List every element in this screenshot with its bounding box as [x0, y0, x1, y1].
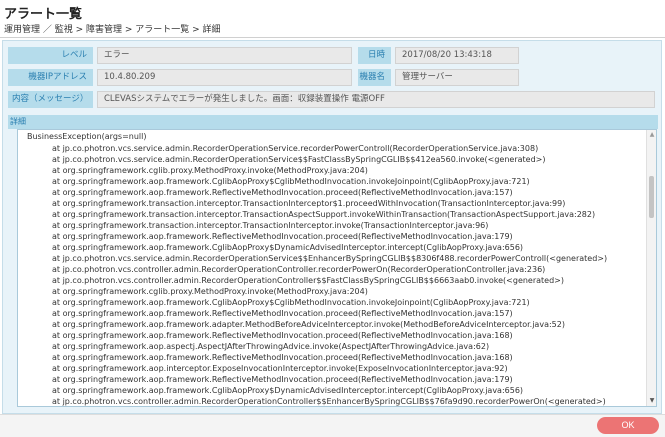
message-field: CLEVASシステムでエラーが発生しました。画面：収録装置操作 電源OFF: [97, 91, 655, 108]
message-label: 内容（メッセージ）: [8, 91, 93, 108]
trace-line: at org.springframework.aop.framework.Ref…: [52, 353, 513, 362]
datetime-field: 2017/08/20 13:43:18: [395, 47, 519, 64]
trace-line: at jp.co.photron.vcs.controller.admin.Re…: [52, 276, 565, 285]
page-title: アラート一覧: [4, 7, 83, 22]
scroll-down-arrow-icon[interactable]: ▼: [647, 396, 656, 406]
trace-line: at org.springframework.aop.interceptor.E…: [52, 364, 508, 373]
trace-line: at org.springframework.aop.framework.Cgl…: [52, 386, 524, 395]
trace-line: at org.springframework.cglib.proxy.Metho…: [52, 166, 368, 175]
trace-line: at org.springframework.aop.framework.Ref…: [52, 188, 513, 197]
trace-line: at org.springframework.aop.framework.Cgl…: [52, 298, 530, 307]
page-header: アラート一覧 運用管理 ／ 監視 > 障害管理 > アラート一覧 > 詳細: [0, 0, 665, 38]
breadcrumb: 運用管理 ／ 監視 > 障害管理 > アラート一覧 > 詳細: [4, 25, 221, 35]
trace-line: at org.springframework.aop.framework.Cgl…: [52, 177, 530, 186]
trace-line: at org.springframework.transaction.inter…: [52, 221, 489, 230]
device-name-label: 機器名: [358, 69, 391, 86]
trace-line: at jp.co.photron.vcs.controller.admin.Re…: [52, 397, 606, 406]
trace-line: at org.springframework.aop.framework.Ref…: [52, 375, 513, 384]
trace-line: at org.springframework.aop.framework.ada…: [52, 320, 565, 329]
dialog-footer: OK: [0, 414, 665, 437]
trace-line: at jp.co.photron.vcs.service.admin.Recor…: [52, 144, 539, 153]
ip-address-field: 10.4.80.209: [97, 69, 352, 86]
device-name-field: 管理サーバー: [395, 69, 519, 86]
datetime-label: 日時: [358, 47, 391, 64]
trace-line: at org.springframework.aop.framework.Cgl…: [52, 243, 524, 252]
trace-line: at jp.co.photron.vcs.controller.admin.Re…: [52, 265, 546, 274]
scroll-up-arrow-icon[interactable]: ▲: [647, 130, 656, 140]
trace-exception-line: BusinessException(args=null): [27, 132, 147, 141]
trace-line: at org.springframework.cglib.proxy.Metho…: [52, 287, 368, 296]
trace-line: at org.springframework.aop.framework.Ref…: [52, 309, 513, 318]
alert-detail-panel: レベル エラー 日時 2017/08/20 13:43:18 機器IPアドレス …: [2, 40, 662, 414]
trace-line: at org.springframework.transaction.inter…: [52, 199, 566, 208]
trace-lines: at jp.co.photron.vcs.service.admin.Recor…: [52, 143, 642, 406]
trace-line: at jp.co.photron.vcs.service.admin.Recor…: [52, 155, 546, 164]
ip-address-label: 機器IPアドレス: [8, 69, 93, 86]
level-label: レベル: [8, 47, 93, 64]
detail-scrollbar[interactable]: ▲ ▼: [646, 130, 656, 406]
trace-line: at org.springframework.aop.framework.Ref…: [52, 232, 513, 241]
ok-button[interactable]: OK: [597, 417, 659, 434]
trace-line: at org.springframework.transaction.inter…: [52, 210, 596, 219]
trace-line: at org.springframework.aop.aspectj.Aspec…: [52, 342, 490, 351]
scroll-thumb[interactable]: [649, 176, 654, 218]
trace-line: at jp.co.photron.vcs.service.admin.Recor…: [52, 254, 608, 263]
detail-label: 詳細: [8, 115, 658, 129]
detail-textarea[interactable]: BusinessException(args=null) at jp.co.ph…: [17, 129, 657, 407]
trace-line: at org.springframework.aop.framework.Ref…: [52, 331, 513, 340]
level-field: エラー: [97, 47, 352, 64]
